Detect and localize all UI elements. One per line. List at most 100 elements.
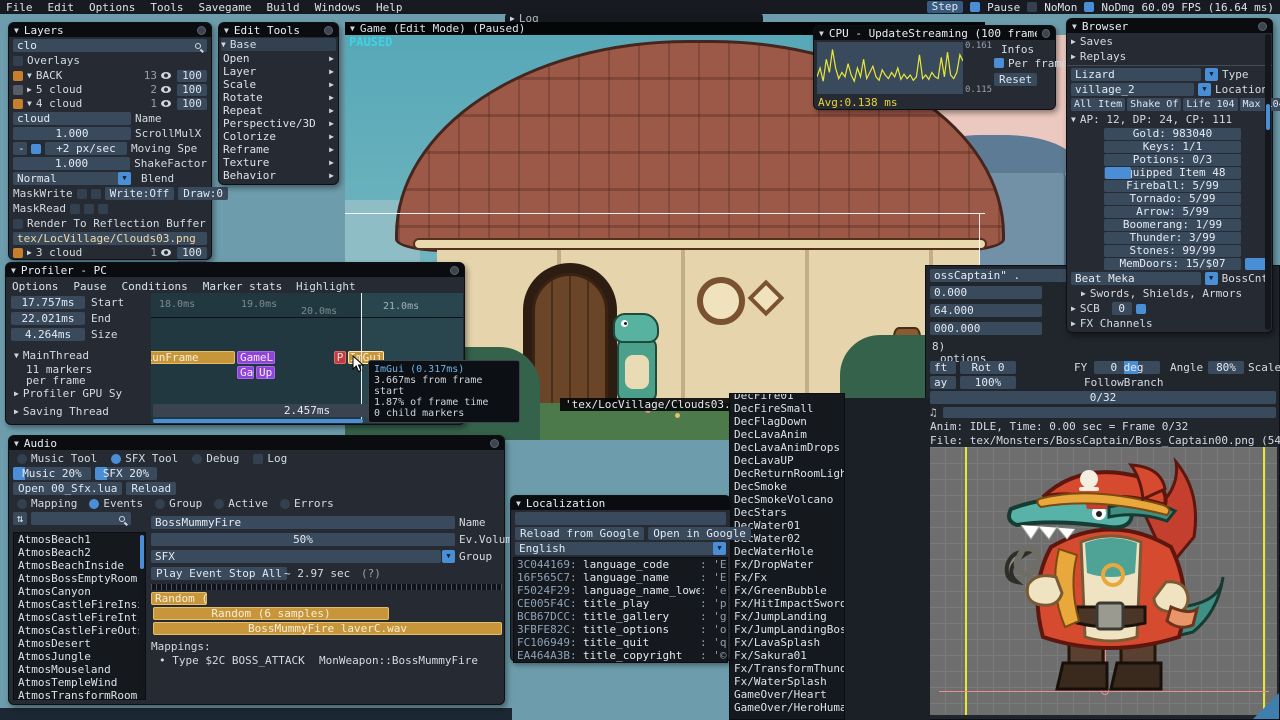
- reset-button[interactable]: Reset: [994, 73, 1038, 86]
- layer-color-swatch[interactable]: [13, 84, 23, 95]
- localization-search-input[interactable]: [515, 512, 726, 525]
- sprite-viewer[interactable]: [929, 447, 1277, 715]
- blend-dropdown[interactable]: Normal: [13, 172, 131, 185]
- replays-node[interactable]: ▶ Replays: [1071, 50, 1268, 63]
- layer-name[interactable]: BACK: [36, 69, 135, 82]
- sort-button[interactable]: ⇅: [13, 512, 27, 525]
- stat-slider[interactable]: Keys: 1/1: [1104, 141, 1241, 153]
- audio-titlebar[interactable]: ▼ Audio: [9, 436, 504, 450]
- audio-mode-radio[interactable]: Log: [253, 452, 287, 465]
- profiler-stat-field[interactable]: 4.264ms: [11, 328, 85, 341]
- dec-fx-list-item[interactable]: Fx/HitImpactSword: [730, 597, 844, 610]
- scrollbar-grab[interactable]: [140, 535, 144, 569]
- menubar-item[interactable]: Build: [266, 1, 299, 14]
- profiler-menu-item[interactable]: Conditions: [121, 280, 187, 293]
- runframe-marker-bar[interactable]: RunFrame: [151, 351, 235, 364]
- layers-titlebar[interactable]: ▼ Layers: [9, 23, 211, 37]
- layer-opacity-field[interactable]: 100: [177, 69, 207, 82]
- collapse-circle-button[interactable]: [490, 438, 499, 448]
- radio-button[interactable]: [111, 453, 122, 464]
- entity-z-field[interactable]: 000.000: [930, 322, 1042, 335]
- layer-color-swatch[interactable]: [13, 70, 23, 81]
- dec-fx-list-item[interactable]: Fx/GreenBubble: [730, 584, 844, 597]
- collapse-caret-icon[interactable]: ▼: [819, 29, 824, 38]
- dec-fx-list-item[interactable]: Fx/JumpLandingBoss: [730, 623, 844, 636]
- tree-caret-icon[interactable]: ▶: [27, 248, 32, 257]
- collapse-caret-icon[interactable]: ▼: [350, 24, 355, 33]
- event-search-input[interactable]: [31, 512, 131, 525]
- collapse-caret-icon[interactable]: ▼: [14, 351, 19, 360]
- collapse-circle-button[interactable]: [1041, 28, 1050, 38]
- collapse-caret-icon[interactable]: ▼: [221, 40, 226, 49]
- stat-slider[interactable]: Thunder: 3/99: [1104, 232, 1241, 244]
- radio-button[interactable]: [214, 498, 225, 509]
- stat-slider[interactable]: Tornado: 5/99: [1104, 193, 1241, 205]
- localization-row[interactable]: 3C044169: language_code: 'E: [514, 558, 727, 571]
- slider-grab[interactable]: [1105, 167, 1131, 179]
- dec-fx-list-item[interactable]: GameOver/HeroHuman: [730, 701, 844, 714]
- dec-fx-list-item[interactable]: DecFireSmall: [730, 402, 844, 415]
- sfx-volume-slider[interactable]: SFX 20%: [95, 467, 157, 480]
- radio-button[interactable]: [192, 453, 203, 464]
- draw0-button[interactable]: Draw:0: [178, 187, 228, 200]
- event-list-item[interactable]: AtmosBeachInside: [14, 559, 145, 572]
- expand-caret-icon[interactable]: ▶: [14, 407, 19, 416]
- reload-from-google-button[interactable]: Reload from Google: [515, 527, 645, 540]
- dec-fx-list[interactable]: DecFire01 DecFireSmall DecFlagDown DecLavaA…: [729, 393, 845, 720]
- layer-name[interactable]: 5 cloud: [36, 83, 135, 96]
- play-event-button[interactable]: Play Event: [151, 567, 228, 580]
- dec-fx-list-item[interactable]: DecFire01: [730, 394, 844, 402]
- expand-caret-icon[interactable]: ▶: [14, 389, 19, 398]
- audio-mode-radio[interactable]: Music Tool: [17, 452, 97, 465]
- radio-button[interactable]: [155, 498, 166, 509]
- edit-tools-menu-item[interactable]: Layer ▶: [219, 65, 338, 78]
- anim-track-field[interactable]: [943, 407, 1276, 418]
- scale-field[interactable]: 80%: [1208, 361, 1244, 374]
- dec-fx-list-item[interactable]: Fx/DropWater: [730, 558, 844, 571]
- event-list-item[interactable]: AtmosCanyon: [14, 585, 145, 598]
- highlight-menu-item[interactable]: Highlight: [296, 280, 356, 293]
- ft-field[interactable]: ft: [930, 361, 956, 374]
- layer-row[interactable]: ▶ 3 cloud 1 100: [13, 246, 207, 259]
- dec-fx-list-item[interactable]: Fx/Sakura01: [730, 649, 844, 662]
- collapse-caret-icon[interactable]: ▼: [11, 266, 16, 275]
- menubar-item[interactable]: Edit: [48, 1, 75, 14]
- ap-node[interactable]: ▼ AP: 12, DP: 24, CP: 111: [1071, 113, 1268, 126]
- location-dropdown[interactable]: village_2: [1071, 83, 1195, 96]
- ga-marker-bar[interactable]: Ga: [237, 366, 254, 379]
- audio-mode-radio[interactable]: SFX Tool: [111, 452, 178, 465]
- browser-action-button[interactable]: Life 104: [1183, 98, 1238, 111]
- layer-color-swatch[interactable]: [13, 98, 23, 109]
- deg-field[interactable]: 0 deg: [1094, 361, 1160, 374]
- localization-row[interactable]: 16F565C7: language_name: 'E: [514, 571, 727, 584]
- moving-checkbox[interactable]: [31, 143, 41, 154]
- collapse-caret-icon[interactable]: ▼: [14, 439, 19, 448]
- layer-opacity-field[interactable]: 100: [177, 246, 207, 259]
- language-combo-arrow-icon[interactable]: ▼: [713, 542, 726, 555]
- stop-all-button[interactable]: Stop All: [224, 567, 287, 580]
- maskwrite-checkbox-2[interactable]: [90, 188, 101, 199]
- group-combo-arrow-icon[interactable]: ▼: [442, 550, 455, 563]
- dec-fx-list-item[interactable]: GameOver/Heart: [730, 688, 844, 701]
- menubar-item[interactable]: Windows: [315, 1, 361, 14]
- audio-filter-radio[interactable]: Group: [155, 497, 202, 510]
- collapse-caret-icon[interactable]: ▼: [14, 26, 19, 35]
- radio-button[interactable]: [17, 498, 27, 509]
- checkbox[interactable]: [253, 453, 264, 464]
- scb-checkbox[interactable]: [1135, 303, 1146, 314]
- event-list-item[interactable]: AtmosMouseland: [14, 663, 145, 676]
- profiler-stat-field[interactable]: 22.021ms: [11, 312, 85, 325]
- decrement-button[interactable]: -: [13, 142, 27, 155]
- profiler-titlebar[interactable]: ▼ Profiler - PC: [6, 263, 464, 277]
- event-list-item[interactable]: AtmosTransformRoom: [14, 689, 145, 699]
- step-button[interactable]: Step: [926, 1, 964, 13]
- edit-tools-menu-item[interactable]: Behavior ▶: [219, 169, 338, 182]
- reflection-checkbox[interactable]: [13, 218, 23, 229]
- type-combo-arrow-icon[interactable]: ▼: [1205, 68, 1218, 81]
- edit-tools-titlebar[interactable]: ▼ Edit Tools: [219, 23, 338, 37]
- maskread-checkbox-1[interactable]: [69, 203, 80, 214]
- browser-titlebar[interactable]: ▼ Browser: [1067, 19, 1272, 33]
- menubar-item[interactable]: File: [6, 1, 33, 14]
- stat-slider[interactable]: Gold: 983040: [1104, 128, 1241, 140]
- sample-bar-wav[interactable]: BossMummyFire laverC.wav: [153, 622, 502, 635]
